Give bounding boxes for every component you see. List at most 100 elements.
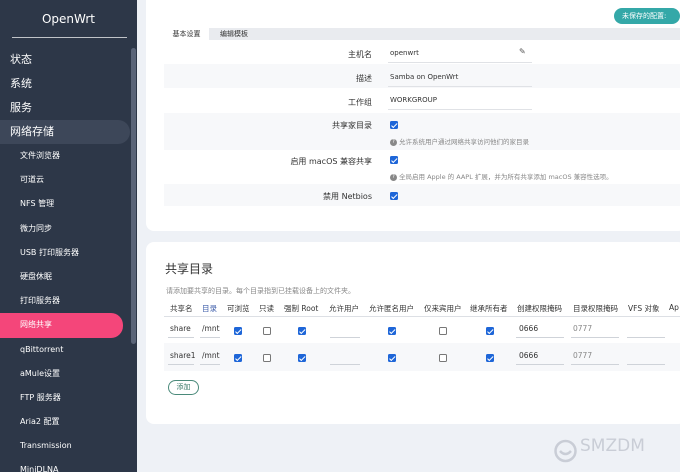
readonly-checkbox[interactable] <box>263 354 271 362</box>
nav-print-server[interactable]: 打印服务器 <box>0 289 130 313</box>
nav-verysync[interactable]: 微力同步 <box>0 217 130 241</box>
dir-mask-underline <box>571 364 619 365</box>
nav-network-storage[interactable]: 网络存储 <box>0 120 130 144</box>
nav-menu: 状态 系统 服务 网络存储 文件浏览器 可道云 NFS 管理 微力同步 USB … <box>0 48 130 472</box>
nav-system[interactable]: 系统 <box>0 72 130 96</box>
col-path[interactable]: 目录 <box>202 303 217 314</box>
nav-aria2[interactable]: Aria2 配置 <box>0 410 130 434</box>
hostname-label: 主机名 <box>348 50 372 59</box>
col-guest-ok: 允许匿名用户 <box>369 304 414 313</box>
shares-title: 共享目录 <box>165 262 214 276</box>
nav-minidlna[interactable]: MiniDLNA <box>0 458 130 472</box>
share-name-input[interactable]: share1 <box>170 351 196 360</box>
guest-ok-checkbox[interactable] <box>388 327 396 335</box>
col-allowed-users: 允许用户 <box>329 304 359 313</box>
guest-ok-checkbox[interactable] <box>388 354 396 362</box>
nav-transmission[interactable]: Transmission <box>0 434 130 458</box>
guest-only-checkbox[interactable] <box>439 327 447 335</box>
readonly-checkbox[interactable] <box>263 327 271 335</box>
macos-label: 启用 macOS 兼容共享 <box>290 157 372 166</box>
nav-usb-printer[interactable]: USB 打印服务器 <box>0 241 130 265</box>
browseable-checkbox[interactable] <box>234 354 242 362</box>
nav-qbittorrent[interactable]: qBittorrent <box>0 338 130 362</box>
tab-bar: 基本设置 编辑模板 <box>164 28 680 40</box>
share-homes-hint-text: 允许系统用户通过网络共享访问他们的家目录 <box>399 138 529 146</box>
netbios-checkbox[interactable] <box>390 192 398 200</box>
macos-hint: ? 全局启用 Apple 的 AAPL 扩展，并为所有共享添加 macOS 兼容性… <box>390 171 613 181</box>
col-dir-mask: 目录权限掩码 <box>573 304 618 313</box>
sidebar: OpenWrt 状态 系统 服务 网络存储 文件浏览器 可道云 NFS 管理 微… <box>0 0 137 472</box>
tab-edit-template[interactable]: 编辑模板 <box>220 28 248 40</box>
brand-title: OpenWrt <box>41 12 95 26</box>
force-root-checkbox[interactable] <box>298 327 306 335</box>
col-readonly: 只读 <box>259 304 274 313</box>
share-homes-hint: ? 允许系统用户通过网络共享访问他们的家目录 <box>390 136 529 146</box>
share-name-underline <box>168 337 194 338</box>
netbios-row: 禁用 Netbios <box>164 184 680 206</box>
share-homes-checkbox[interactable] <box>390 121 398 129</box>
nav-file-browser[interactable]: 文件浏览器 <box>0 144 130 168</box>
create-mask-underline <box>516 364 564 365</box>
share-path-underline <box>200 337 220 338</box>
help-icon: ? <box>390 138 397 146</box>
nav-kodcloud[interactable]: 可道云 <box>0 168 130 192</box>
vfs-objects-input[interactable] <box>627 337 665 338</box>
col-apple: Ap <box>669 303 679 312</box>
description-input[interactable]: Samba on OpenWrt <box>390 73 458 81</box>
inherit-owner-checkbox[interactable] <box>486 354 494 362</box>
nav-status[interactable]: 状态 <box>0 48 130 72</box>
edit-icon[interactable]: ✎ <box>519 47 526 56</box>
tab-basic-settings[interactable]: 基本设置 <box>164 28 209 40</box>
hostname-input[interactable]: openwrt <box>390 49 419 57</box>
hostname-row: 主机名 openwrt ✎ <box>164 42 680 64</box>
create-mask-input[interactable]: 0666 <box>519 351 538 360</box>
shares-description: 请添加要共享的目录。每个目录指到已挂载设备上的文件夹。 <box>166 287 355 295</box>
netbios-label: 禁用 Netbios <box>323 192 372 201</box>
share-path-input[interactable]: /mnt <box>202 324 220 333</box>
guest-only-checkbox[interactable] <box>439 354 447 362</box>
col-create-mask: 创建权限掩码 <box>517 304 562 313</box>
nav-hd-idle[interactable]: 硬盘休眠 <box>0 265 130 289</box>
description-label: 描述 <box>356 74 372 83</box>
allowed-users-input[interactable] <box>330 337 360 338</box>
add-share-button[interactable]: 添加 <box>168 380 199 395</box>
share-path-input[interactable]: /mnt <box>202 351 220 360</box>
table-row: share1 /mnt 0666 0777 <box>164 343 680 371</box>
share-name-input[interactable]: share <box>170 324 191 333</box>
help-icon: ? <box>390 173 397 181</box>
macos-hint-text: 全局启用 Apple 的 AAPL 扩展，并为所有共享添加 macOS 兼容性选… <box>399 173 613 181</box>
browseable-checkbox[interactable] <box>234 327 242 335</box>
vfs-objects-input[interactable] <box>627 364 665 365</box>
inherit-owner-checkbox[interactable] <box>486 327 494 335</box>
share-homes-row: 共享家目录 ? 允许系统用户通过网络共享访问他们的家目录 <box>164 113 680 150</box>
description-row: 描述 Samba on OpenWrt <box>164 64 680 88</box>
nav-nfs[interactable]: NFS 管理 <box>0 192 130 216</box>
macos-row: 启用 macOS 兼容共享 ? 全局启用 Apple 的 AAPL 扩展，并为所有… <box>164 150 680 184</box>
share-name-underline <box>168 364 194 365</box>
description-underline <box>388 86 532 87</box>
watermark-text: SMZDM <box>580 436 645 456</box>
share-path-underline <box>200 364 220 365</box>
force-root-checkbox[interactable] <box>298 354 306 362</box>
unsaved-changes-badge[interactable]: 未保存的配置: 7 <box>614 8 680 36</box>
col-share-name: 共享名 <box>170 304 193 313</box>
workgroup-label: 工作组 <box>348 98 372 107</box>
workgroup-input[interactable]: WORKGROUP <box>390 96 437 104</box>
nav-amule[interactable]: aMule设置 <box>0 362 130 386</box>
create-mask-input[interactable]: 0666 <box>519 324 538 333</box>
share-homes-label: 共享家目录 <box>332 121 372 130</box>
sidebar-scrollbar[interactable] <box>131 48 136 344</box>
table-row: share /mnt 0666 0777 <box>164 317 680 345</box>
brand-divider <box>12 37 127 38</box>
nav-services[interactable]: 服务 <box>0 96 130 120</box>
smzdm-logo-icon <box>554 439 577 463</box>
col-browseable: 可浏览 <box>227 304 250 313</box>
workgroup-underline <box>388 109 532 110</box>
nav-network-share[interactable]: 网络共享 <box>0 313 123 338</box>
nav-ftp[interactable]: FTP 服务器 <box>0 386 130 410</box>
allowed-users-input[interactable] <box>330 364 360 365</box>
col-vfs-objects: VFS 对象 <box>628 304 660 313</box>
dir-mask-input[interactable]: 0777 <box>573 324 592 333</box>
macos-checkbox[interactable] <box>390 156 398 164</box>
dir-mask-input[interactable]: 0777 <box>573 351 592 360</box>
